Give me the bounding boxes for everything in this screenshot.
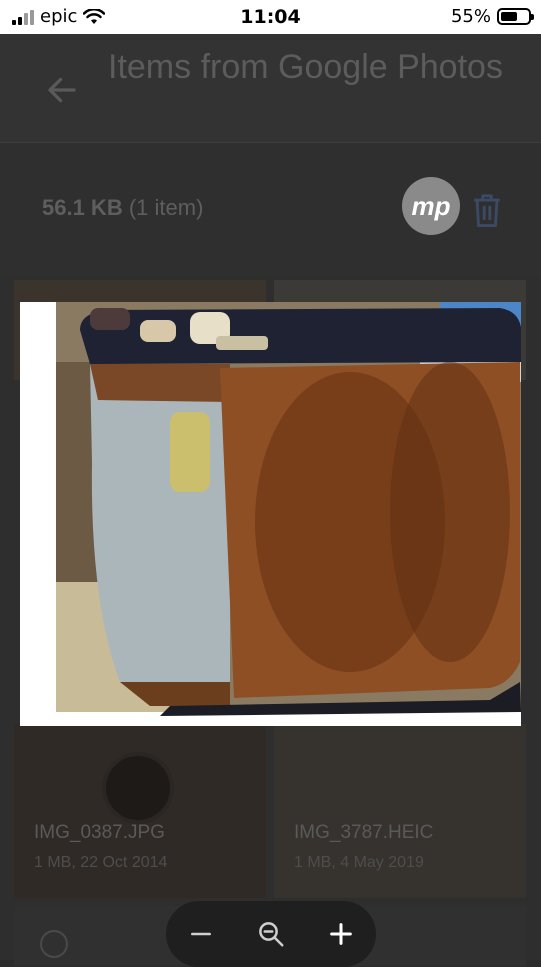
watch-icon [102,752,174,824]
trash-icon[interactable] [470,191,504,229]
item-count: (1 item) [128,195,204,220]
selection-summary: 56.1 KB (1 item) mp [0,143,541,277]
battery-percent: 55% [450,6,491,27]
select-checkbox[interactable] [40,930,68,958]
photo-preview[interactable] [20,302,521,726]
file-meta: 1 MB, 4 May 2019 [294,854,424,871]
dimmed-screen: Items from Google Photos 56.1 KB (1 item… [0,34,541,967]
page-title: Items from Google Photos [108,48,503,86]
photo-tile[interactable]: IMG_3787.HEIC 1 MB, 4 May 2019 [274,724,526,898]
arrow-left-icon[interactable] [44,72,80,108]
zoom-out-magnifier-icon[interactable] [251,914,291,954]
minus-icon[interactable] [181,914,221,954]
status-right: 55% [450,6,534,27]
photo-tile[interactable]: IMG_0387.JPG 1 MB, 22 Oct 2014 [14,724,266,898]
battery-icon [497,8,534,25]
size-summary: 56.1 KB (1 item) [42,195,203,221]
zoom-controls [166,901,376,967]
file-name: IMG_3787.HEIC [294,822,434,843]
total-size: 56.1 KB [42,195,123,220]
file-meta: 1 MB, 22 Oct 2014 [34,854,168,871]
mp-badge-label: mp [411,190,451,221]
mp-badge-icon[interactable]: mp [402,177,460,235]
file-name: IMG_0387.JPG [34,822,165,843]
status-bar: epic 11:04 55% [0,0,541,34]
app-header: Items from Google Photos [0,34,541,143]
plus-icon[interactable] [321,914,361,954]
cabinet-photo [20,302,521,726]
